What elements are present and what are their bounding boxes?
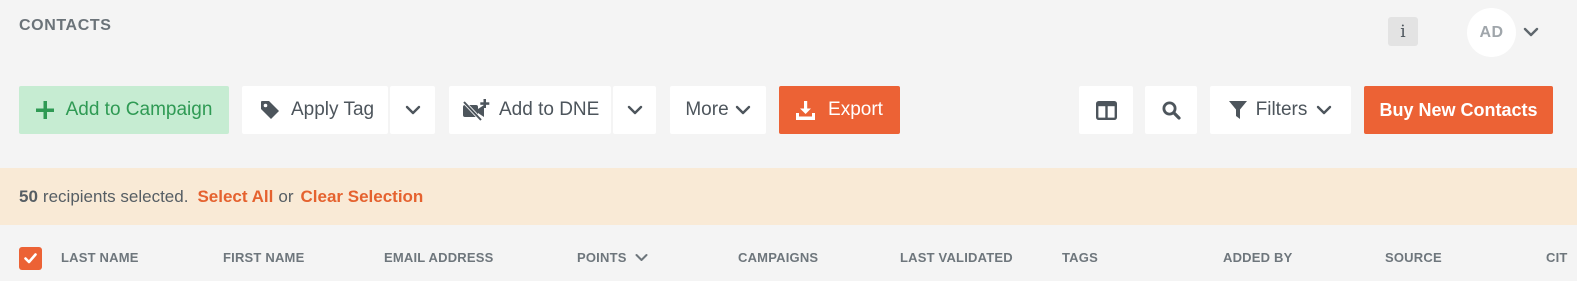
more-label: More — [685, 99, 729, 120]
export-button[interactable]: Export — [779, 86, 900, 134]
plus-icon — [35, 101, 54, 119]
info-button[interactable]: i — [1388, 17, 1418, 46]
select-all-checkbox[interactable] — [19, 247, 42, 270]
column-header-first-name[interactable]: FIRST NAME — [223, 250, 304, 265]
column-label: LAST VALIDATED — [900, 250, 1013, 265]
search-button[interactable] — [1145, 86, 1197, 134]
buy-new-contacts-button[interactable]: Buy New Contacts — [1364, 86, 1553, 134]
search-icon — [1162, 101, 1181, 120]
buy-new-contacts-label: Buy New Contacts — [1379, 99, 1538, 120]
table-header: LAST NAME FIRST NAME EMAIL ADDRESS POINT… — [0, 238, 1577, 281]
checkmark-icon — [24, 253, 37, 264]
contacts-page: CONTACTS i AD Add to Campaign Apply Tag — [0, 0, 1577, 281]
column-header-tags[interactable]: TAGS — [1062, 250, 1098, 265]
apply-tag-dropdown-button[interactable] — [390, 86, 435, 134]
filters-label: Filters — [1255, 99, 1308, 120]
filters-button[interactable]: Filters — [1210, 86, 1351, 134]
add-to-dne-button[interactable]: Add to DNE — [449, 86, 611, 134]
more-button[interactable]: More — [670, 86, 766, 134]
filter-icon — [1228, 101, 1247, 119]
selection-bar: 50 recipients selected. Select All or Cl… — [0, 168, 1577, 225]
add-to-dne-dropdown-button[interactable] — [613, 86, 656, 134]
add-to-campaign-label: Add to Campaign — [65, 99, 213, 120]
column-header-campaigns[interactable]: CAMPAIGNS — [738, 250, 818, 265]
chevron-down-icon — [735, 105, 750, 115]
download-icon — [796, 100, 816, 120]
column-header-email-address[interactable]: EMAIL ADDRESS — [384, 250, 494, 265]
column-header-points[interactable]: POINTS — [577, 250, 648, 265]
column-header-last-name[interactable]: LAST NAME — [61, 250, 139, 265]
avatar-initials: AD — [1479, 23, 1504, 41]
column-label: LAST NAME — [61, 250, 139, 265]
column-header-city[interactable]: CIT — [1546, 250, 1568, 265]
column-label: CAMPAIGNS — [738, 250, 819, 265]
or-text: or — [278, 186, 294, 206]
columns-icon — [1095, 100, 1117, 120]
add-to-campaign-button[interactable]: Add to Campaign — [19, 86, 229, 134]
page-title: CONTACTS — [19, 17, 112, 34]
chevron-down-icon — [635, 254, 648, 261]
column-header-source[interactable]: SOURCE — [1385, 250, 1442, 265]
column-label: FIRST NAME — [223, 250, 305, 265]
chevron-down-icon — [405, 105, 420, 115]
column-header-last-validated[interactable]: LAST VALIDATED — [900, 250, 1013, 265]
column-header-added-by[interactable]: ADDED BY — [1223, 250, 1293, 265]
apply-tag-label: Apply Tag — [291, 99, 375, 120]
selected-text: recipients selected. — [42, 186, 189, 206]
column-label: CIT — [1546, 250, 1568, 265]
export-label: Export — [828, 99, 883, 120]
avatar[interactable]: AD — [1467, 8, 1516, 57]
column-label: TAGS — [1062, 250, 1098, 265]
column-label: SOURCE — [1385, 250, 1442, 265]
apply-tag-button[interactable]: Apply Tag — [242, 86, 388, 134]
selected-count: 50 — [19, 186, 38, 206]
column-label: POINTS — [577, 250, 627, 265]
chevron-down-icon — [1317, 105, 1332, 115]
select-all-link[interactable]: Select All — [197, 187, 273, 207]
clear-selection-link[interactable]: Clear Selection — [300, 187, 423, 207]
video-off-plus-icon — [462, 99, 490, 121]
add-to-dne-label: Add to DNE — [499, 99, 600, 120]
column-label: EMAIL ADDRESS — [384, 250, 494, 265]
info-icon: i — [1400, 21, 1406, 42]
tag-icon — [261, 101, 279, 119]
columns-button[interactable] — [1079, 86, 1133, 134]
column-label: ADDED BY — [1223, 250, 1293, 265]
chevron-down-icon[interactable] — [1523, 26, 1539, 38]
chevron-down-icon — [627, 105, 642, 115]
